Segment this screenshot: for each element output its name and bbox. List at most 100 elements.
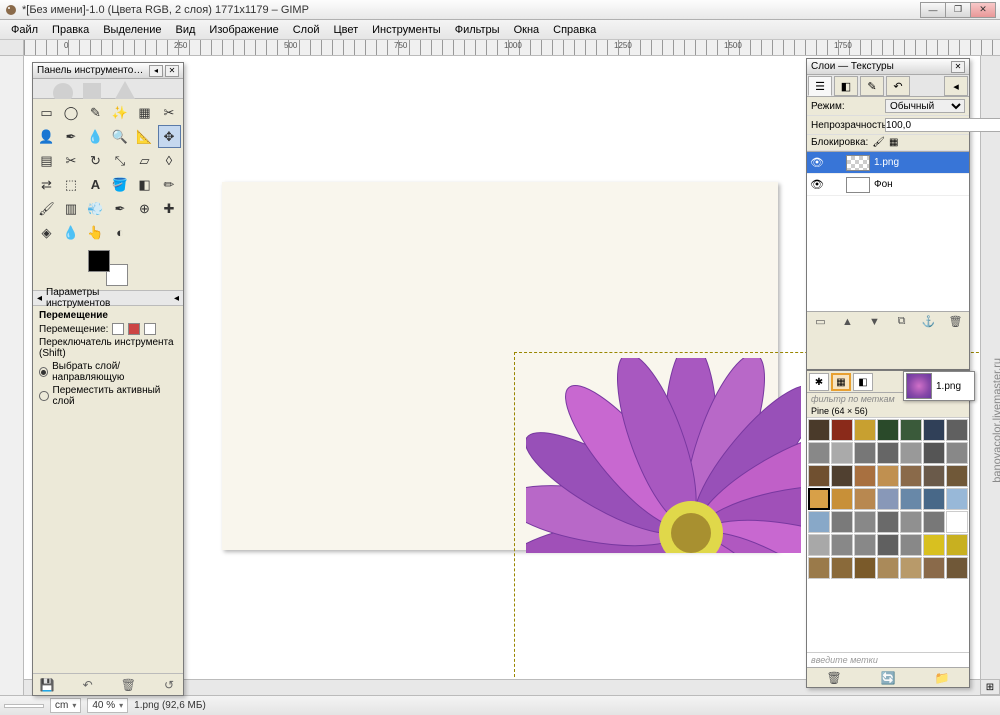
delete-layer-icon[interactable]: 🗑	[948, 314, 964, 330]
refresh-pattern-icon[interactable]: 🔄	[881, 671, 896, 685]
tool-ink[interactable]: ✒	[109, 197, 132, 220]
options-menu-icon[interactable]: ◂	[174, 293, 179, 304]
pattern-swatch[interactable]	[831, 557, 853, 579]
menu-windows[interactable]: Окна	[507, 22, 547, 38]
pattern-swatch[interactable]	[854, 534, 876, 556]
tool-color-select[interactable]: ▦	[133, 101, 156, 124]
tool-smudge[interactable]: 👆	[84, 221, 107, 244]
duplicate-layer-icon[interactable]: ⧉	[894, 314, 910, 330]
tab-undo[interactable]: ↶	[886, 76, 910, 96]
raise-layer-icon[interactable]: ▲	[840, 314, 856, 330]
delete-pattern-icon[interactable]: 🗑	[826, 671, 841, 685]
pattern-swatch[interactable]	[877, 488, 899, 510]
menu-help[interactable]: Справка	[546, 22, 603, 38]
tool-airbrush[interactable]: 💨	[84, 197, 107, 220]
menu-edit[interactable]: Правка	[45, 22, 96, 38]
anchor-layer-icon[interactable]: ⚓	[921, 314, 937, 330]
close-button[interactable]: ✕	[970, 2, 996, 18]
pattern-swatch[interactable]	[854, 511, 876, 533]
pattern-swatch[interactable]	[946, 488, 968, 510]
tab-channels[interactable]: ◧	[834, 76, 858, 96]
pattern-swatch[interactable]	[831, 488, 853, 510]
tag-input[interactable]: введите метки	[807, 652, 969, 667]
tool-flip[interactable]: ⇄	[35, 173, 58, 196]
pattern-swatch[interactable]	[831, 419, 853, 441]
tool-rect-select[interactable]: ▭	[35, 101, 58, 124]
pattern-swatch[interactable]	[808, 465, 830, 487]
toolbox-title-bar[interactable]: Панель инструментов — Пара... ◂ ✕	[33, 63, 183, 79]
layer-item[interactable]: 👁 Фон	[807, 174, 969, 196]
pattern-swatch[interactable]	[831, 465, 853, 487]
pattern-swatch[interactable]	[854, 557, 876, 579]
tool-heal[interactable]: ✚	[158, 197, 181, 220]
menu-view[interactable]: Вид	[169, 22, 203, 38]
menu-tools[interactable]: Инструменты	[365, 22, 448, 38]
move-layer-icon[interactable]	[112, 323, 124, 335]
pattern-swatch[interactable]	[923, 442, 945, 464]
tool-blur[interactable]: 💧	[60, 221, 83, 244]
pattern-swatch[interactable]	[923, 419, 945, 441]
reset-options-icon[interactable]: ↺	[161, 677, 177, 693]
toolbox-close-button[interactable]: ✕	[165, 65, 179, 77]
tool-paths[interactable]: ✒	[60, 125, 83, 148]
lock-alpha-icon[interactable]: ▦	[889, 137, 898, 148]
tool-cage[interactable]: ⬚	[60, 173, 83, 196]
pattern-swatch[interactable]	[877, 534, 899, 556]
tool-bucket[interactable]: 🪣	[109, 173, 132, 196]
radio-pick-layer[interactable]: Выбрать слой/направляющую	[39, 361, 177, 383]
tab-brushes[interactable]: ✱	[809, 373, 829, 391]
pattern-swatch[interactable]	[808, 442, 830, 464]
tool-crop[interactable]: ✂	[60, 149, 83, 172]
status-unit-select[interactable]: cm	[50, 698, 81, 713]
tool-paintbrush[interactable]: 🖌	[35, 197, 58, 220]
pattern-swatch[interactable]	[923, 465, 945, 487]
minimize-button[interactable]: —	[920, 2, 946, 18]
open-pattern-icon[interactable]: 📁	[935, 671, 950, 685]
pattern-swatch[interactable]	[877, 465, 899, 487]
menu-file[interactable]: Файл	[4, 22, 45, 38]
menu-color[interactable]: Цвет	[326, 22, 365, 38]
pattern-swatch[interactable]	[808, 511, 830, 533]
tool-foreground[interactable]: 👤	[35, 125, 58, 148]
tab-layers[interactable]: ☰	[808, 76, 832, 96]
pattern-swatch[interactable]	[900, 465, 922, 487]
pattern-swatch[interactable]	[808, 534, 830, 556]
tool-free-select[interactable]: ✎	[84, 101, 107, 124]
pattern-swatch[interactable]	[877, 511, 899, 533]
new-layer-icon[interactable]: ▭	[813, 314, 829, 330]
pattern-swatch[interactable]	[831, 511, 853, 533]
pattern-swatch[interactable]	[854, 419, 876, 441]
tab-patterns[interactable]: ▦	[831, 373, 851, 391]
visibility-icon[interactable]: 👁	[810, 156, 824, 170]
visibility-icon[interactable]: 👁	[810, 178, 824, 192]
tool-eraser[interactable]: ▥	[60, 197, 83, 220]
pattern-swatch[interactable]	[900, 488, 922, 510]
move-selection-icon[interactable]	[128, 323, 140, 335]
tool-scale[interactable]: ⤡	[109, 149, 132, 172]
delete-options-icon[interactable]: 🗑	[120, 677, 136, 693]
lock-pixels-icon[interactable]: 🖌	[872, 137, 885, 148]
pattern-swatch[interactable]	[877, 557, 899, 579]
toolbox-menu-button[interactable]: ◂	[149, 65, 163, 77]
tool-clone[interactable]: ⊕	[133, 197, 156, 220]
pattern-swatch[interactable]	[808, 488, 830, 510]
tool-measure[interactable]: 📐	[133, 125, 156, 148]
pattern-swatch[interactable]	[946, 442, 968, 464]
tool-perspective-clone[interactable]: ◈	[35, 221, 58, 244]
tool-pencil[interactable]: ✏	[158, 173, 181, 196]
tool-dodge[interactable]: ◐	[109, 221, 132, 244]
color-fg-bg[interactable]	[88, 250, 128, 286]
pattern-swatch[interactable]	[877, 419, 899, 441]
tool-color-picker[interactable]: 💧	[84, 125, 107, 148]
tool-text[interactable]: A	[84, 173, 107, 196]
pattern-swatch[interactable]	[900, 557, 922, 579]
tool-zoom[interactable]: 🔍	[109, 125, 132, 148]
mode-select[interactable]: Обычный	[885, 99, 965, 113]
menu-image[interactable]: Изображение	[202, 22, 285, 38]
tool-fuzzy-select[interactable]: ✨	[109, 101, 132, 124]
tool-rotate[interactable]: ↻	[84, 149, 107, 172]
tool-shear[interactable]: ▱	[133, 149, 156, 172]
menu-layer[interactable]: Слой	[286, 22, 327, 38]
save-options-icon[interactable]: 💾	[39, 677, 55, 693]
pattern-swatch[interactable]	[923, 488, 945, 510]
